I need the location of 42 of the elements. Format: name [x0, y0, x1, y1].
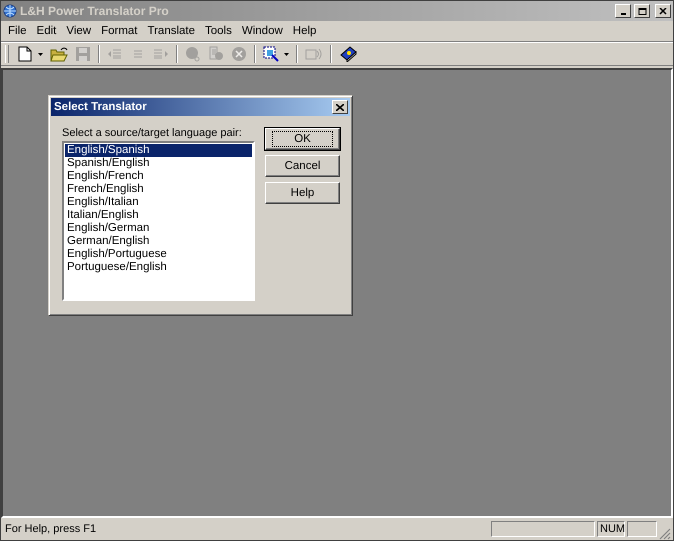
close-icon — [336, 104, 344, 110]
resize-grip-icon — [659, 528, 671, 540]
dialog-button[interactable]: Cancel — [265, 155, 340, 177]
list-item[interactable]: English/Italian — [65, 196, 252, 209]
dialog-button[interactable]: Help — [265, 182, 340, 204]
menu-item[interactable]: Format — [96, 25, 142, 37]
globe-icon — [3, 4, 17, 18]
list-item[interactable]: Spanish/English — [65, 157, 252, 170]
book-icon[interactable] — [339, 46, 357, 62]
status-text: For Help, press F1 — [4, 523, 98, 535]
menu-item[interactable]: File — [3, 25, 32, 37]
maximize-button[interactable] — [634, 4, 650, 18]
list-label: Select a source/target language pair: — [62, 127, 243, 139]
menu-item[interactable]: Window — [236, 25, 288, 37]
caret-icon[interactable] — [284, 52, 289, 56]
maximize-icon — [638, 8, 646, 14]
num-lock-indicator: NUM — [597, 521, 625, 537]
menu-item[interactable]: Tools — [200, 25, 237, 37]
status-pane — [627, 521, 657, 537]
list-item[interactable]: English/Spanish — [65, 144, 252, 157]
close-button[interactable] — [655, 4, 671, 18]
list-item[interactable]: Portuguese/English — [65, 261, 252, 274]
folder-icon[interactable] — [50, 46, 68, 62]
selection-icon[interactable] — [263, 46, 279, 62]
caret-icon[interactable] — [38, 52, 43, 56]
list-item[interactable]: French/English — [65, 183, 252, 196]
list-item[interactable]: German/English — [65, 235, 252, 248]
list-item[interactable]: English/Portuguese — [65, 248, 252, 261]
close-icon — [658, 8, 668, 14]
list-item[interactable]: English/German — [65, 222, 252, 235]
menu-item[interactable]: Edit — [32, 25, 62, 37]
list-item[interactable]: Italian/English — [65, 209, 252, 222]
list-item[interactable]: English/French — [65, 170, 252, 183]
menu-item[interactable]: Translate — [142, 25, 200, 37]
dialog-button[interactable]: OK — [265, 128, 340, 150]
menu-item[interactable]: View — [61, 25, 96, 37]
close-button[interactable] — [332, 100, 348, 114]
minimize-button[interactable] — [615, 4, 631, 18]
menu-item[interactable]: Help — [288, 25, 322, 37]
new-document-icon[interactable] — [18, 46, 32, 62]
dialog-title: Select Translator — [54, 101, 148, 113]
window-title: L&H Power Translator Pro — [20, 4, 170, 18]
